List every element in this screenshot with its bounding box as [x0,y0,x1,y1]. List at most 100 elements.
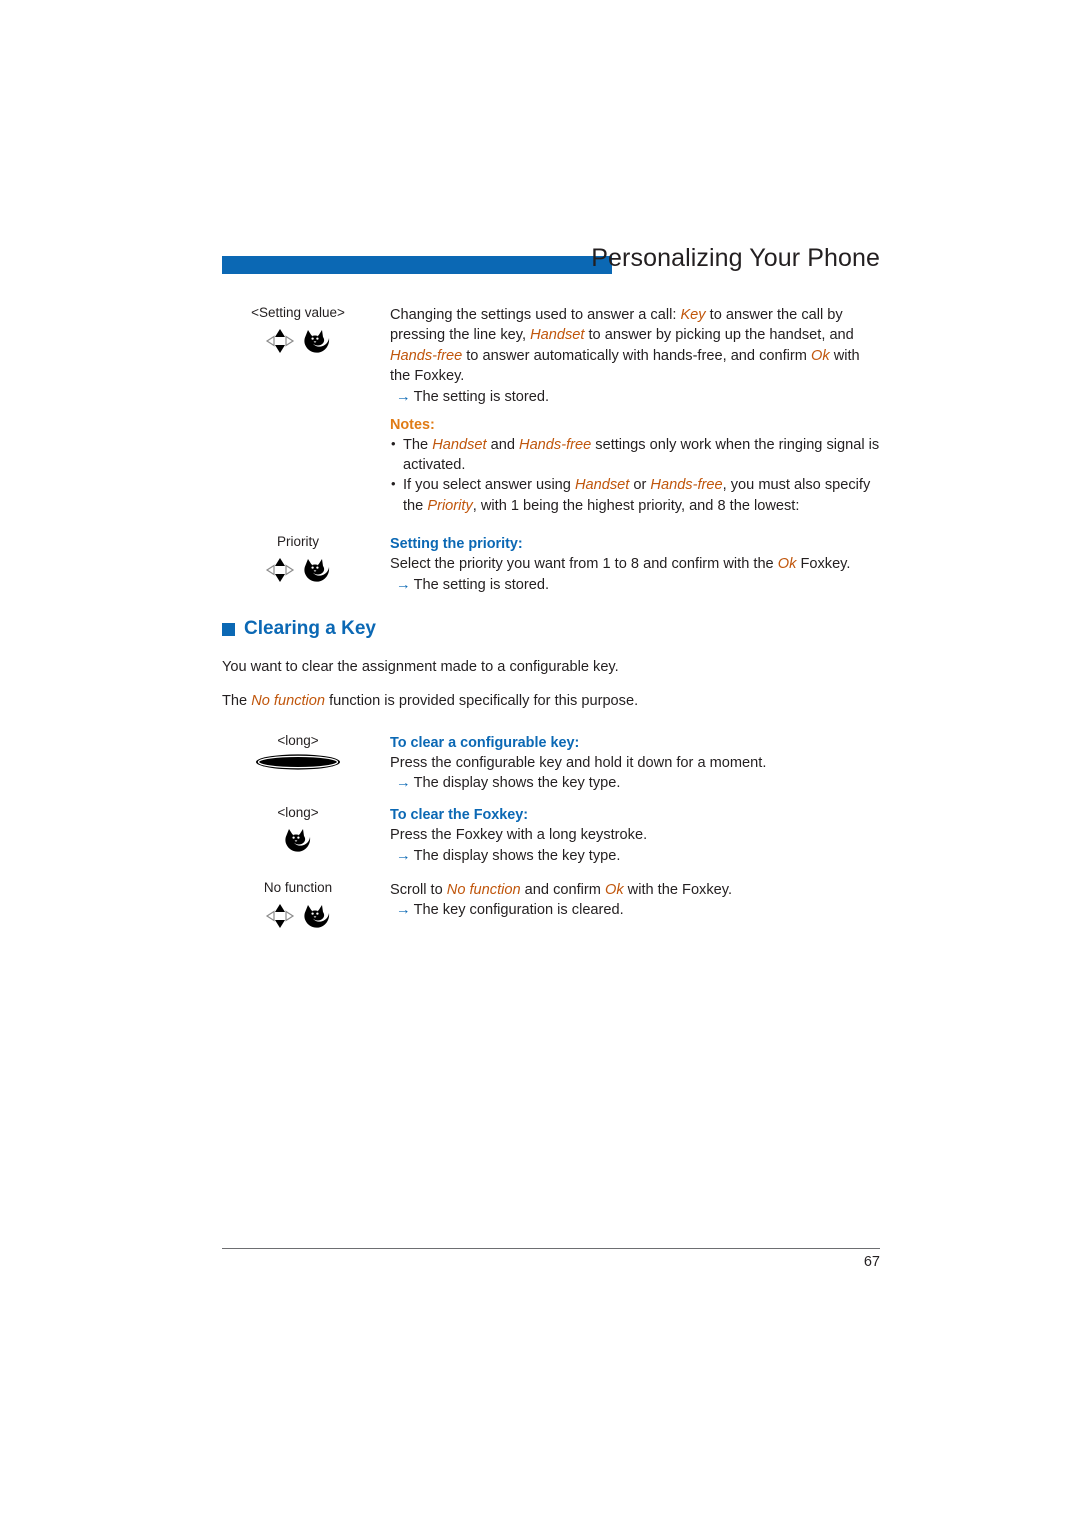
page-footer: 67 [222,1248,880,1270]
result-text: The display shows the key type. [413,847,621,864]
section-clear-configurable-key: <long> To clear a configurable key: Pres… [222,733,882,793]
foxkey-icon [284,827,312,853]
term-key: Key [680,307,706,323]
margin-label-long-keystroke: <long> [277,733,319,749]
navigation-key-icon [265,327,295,355]
square-bullet-icon [222,622,235,636]
margin-column-clear-foxkey: <long> [222,805,374,854]
page-title: Personalizing Your Phone [591,244,880,272]
section-setting-value: <Setting value> Changing the settings us… [222,305,882,516]
icon-group-configurable-key [222,752,374,772]
margin-column-no-function: No function [222,880,374,931]
navigation-key-icon [265,556,295,584]
text-part: If you select answer using [403,477,575,494]
text-part: The [403,436,433,453]
text-part: Changing the settings used to answer a c… [390,307,681,323]
text-column-clear-foxkey: To clear the Foxkey: Press the Foxkey wi… [390,805,882,865]
text-part: to answer automatically with hands-free,… [462,347,811,364]
note-item: If you select answer using Handset or Ha… [390,474,882,516]
paragraph-scroll-to-no-function: Scroll to No function and confirm Ok wit… [390,880,882,900]
subheading-to-clear-configurable-key: To clear a configurable key: [390,735,580,752]
result-arrow-icon: → [396,847,411,864]
paragraph-no-function-purpose: The No function function is provided spe… [222,691,882,711]
term-no-function: No function [251,692,326,709]
margin-label-no-function: No function [263,879,333,895]
notes-list: The Handset and Hands-free settings only… [390,434,882,517]
result-arrow-icon: → [396,388,411,405]
term-handset: Handset [574,477,630,494]
navigation-key-icon [265,902,295,930]
result-arrow-icon: → [396,775,411,792]
result-key-configuration-cleared: → The key configuration is cleared. [390,900,882,920]
paragraph-answer-settings: Changing the settings used to answer a c… [390,305,882,387]
term-handset: Handset [432,436,487,453]
text-column-no-function: Scroll to No function and confirm Ok wit… [390,880,882,920]
text-part: with the Foxkey. [623,881,733,898]
text-part: and [486,436,520,453]
result-arrow-icon: → [396,576,411,593]
text-part: , with 1 being the highest priority, and… [472,497,800,514]
footer-divider [222,1248,880,1250]
text-part: Select the priority you want from 1 to 8… [390,556,778,573]
paragraph-press-foxkey: Press the Foxkey with a long keystroke. [390,827,648,844]
text-part: function is provided specifically for th… [325,692,639,709]
note-item: The Handset and Hands-free settings only… [390,434,882,476]
result-text: The display shows the key type. [413,775,621,792]
term-ok: Ok [811,347,830,364]
result-display-shows-key-type: → The display shows the key type. [390,773,882,793]
margin-column-setting-value: <Setting value> [222,305,374,356]
section-heading-clearing-a-key: Clearing a Key [222,618,882,640]
margin-column-clear-configurable-key: <long> [222,733,374,772]
text-part: and confirm [520,881,605,898]
text-part: or [629,477,651,494]
text-part: Foxkey. [796,556,851,573]
text-part: to answer by picking up the handset, and [584,327,854,344]
foxkey-icon [303,903,331,929]
text-column-priority: Setting the priority: Select the priorit… [390,534,882,594]
page-number: 67 [863,1254,880,1271]
icon-group-priority [222,555,374,585]
icon-group-no-function [222,901,374,931]
section-no-function: No function Scroll to No function and co… [222,880,882,936]
icon-group-foxkey [222,826,374,854]
paragraph-clear-intro: You want to clear the assignment made to… [222,659,619,676]
text-column-clear-configurable-key: To clear a configurable key: Press the c… [390,733,882,793]
result-text: The setting is stored. [413,388,550,405]
foxkey-icon [303,557,331,583]
margin-label-long-keystroke: <long> [277,805,319,821]
term-handset: Handset [530,327,585,344]
text-part: Scroll to [390,881,447,898]
document-page: Personalizing Your Phone <Setting value> [0,0,1080,1528]
result-setting-stored: → The setting is stored. [390,387,882,407]
term-ok: Ok [777,556,797,573]
section-priority: Priority Setting the priority: Select th… [222,534,882,596]
notes-heading: Notes: [390,416,435,433]
section-clear-foxkey: <long> To clear the Foxkey: Press the Fo… [222,805,882,865]
text-column-setting-value: Changing the settings used to answer a c… [390,305,882,516]
page-header: Personalizing Your Phone [222,244,880,282]
result-text: The setting is stored. [413,576,550,593]
section-heading-label: Clearing a Key [244,618,376,640]
foxkey-icon [303,328,331,354]
result-setting-stored: → The setting is stored. [390,575,882,595]
term-ok: Ok [604,881,624,898]
term-hands-free: Hands-free [650,477,723,494]
result-display-shows-key-type: → The display shows the key type. [390,846,882,866]
configurable-key-icon [255,753,341,771]
term-no-function: No function [446,881,521,898]
result-arrow-icon: → [396,902,411,919]
paragraph-select-priority: Select the priority you want from 1 to 8… [390,554,882,574]
result-text: The key configuration is cleared. [413,902,624,919]
term-hands-free: Hands-free [390,347,463,364]
margin-column-priority: Priority [222,534,374,585]
paragraph-press-configurable-key: Press the configurable key and hold it d… [390,755,767,772]
term-priority: Priority [427,497,473,514]
page-content: <Setting value> Changing the settings us… [222,305,882,936]
icon-group-setting-value [222,326,374,356]
margin-label-setting-value: <Setting value> [251,305,345,320]
header-accent-bar [222,256,612,274]
text-part: The [222,692,252,709]
margin-label-priority: Priority [276,534,319,550]
subheading-to-clear-the-foxkey: To clear the Foxkey: [390,807,529,824]
term-hands-free: Hands-free [519,436,592,453]
